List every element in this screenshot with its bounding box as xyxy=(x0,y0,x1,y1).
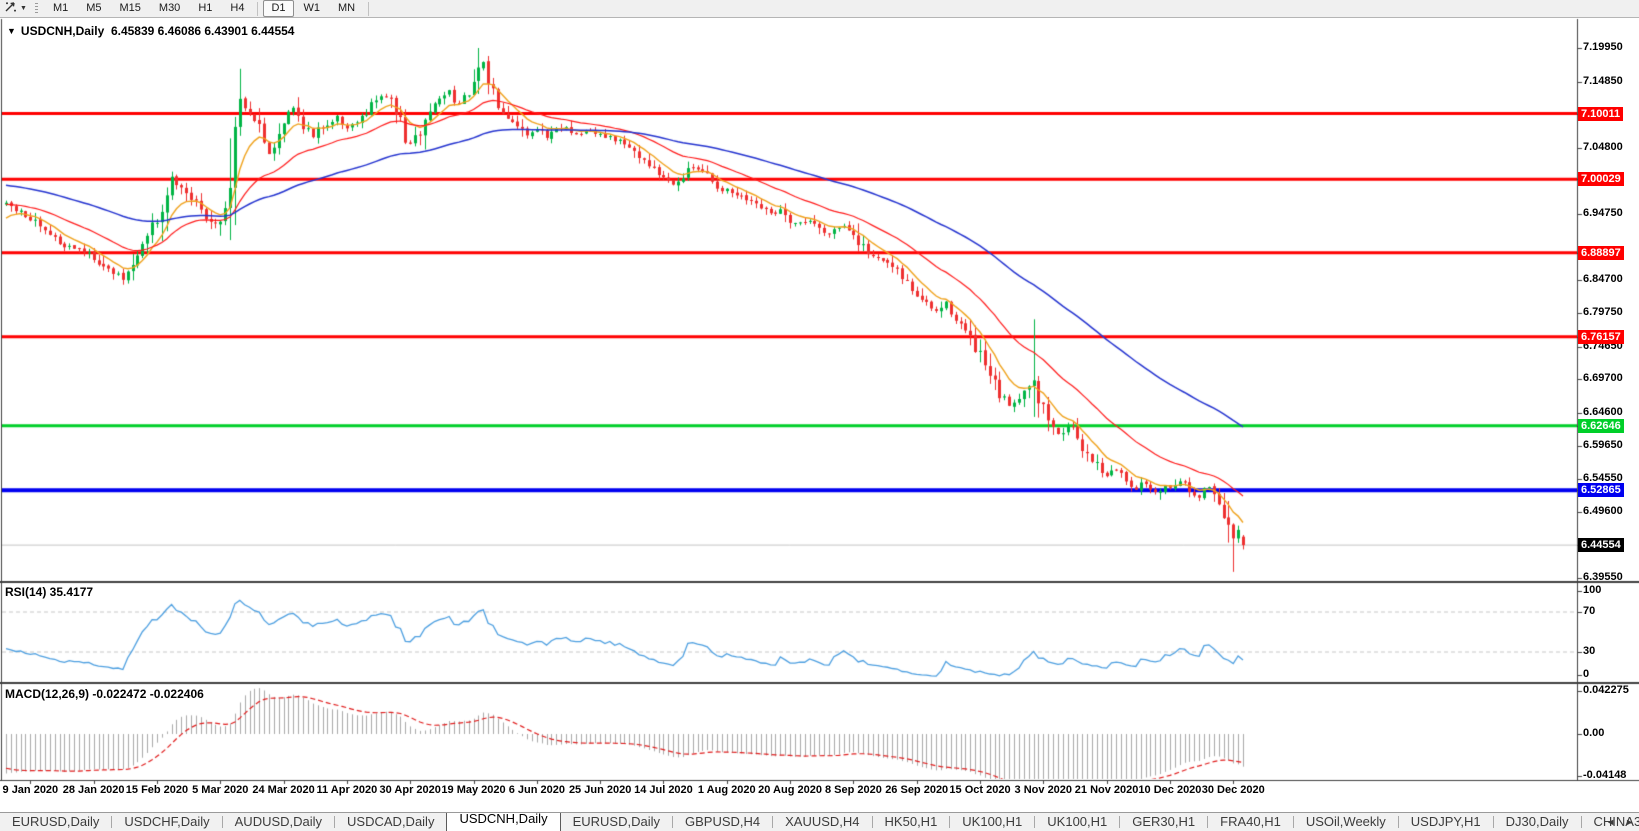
price-axis-tick-label: 6.64600 xyxy=(1583,405,1623,418)
date-axis-label: 19 May 2020 xyxy=(441,784,506,796)
chart-symbol-period: USDCNH,Daily xyxy=(20,24,105,38)
symbol-tab-eurusd-daily[interactable]: EURUSD,Daily xyxy=(0,813,111,831)
timeframe-button-MN[interactable]: MN xyxy=(330,0,363,17)
date-axis-label: 14 Jul 2020 xyxy=(634,784,693,796)
symbol-tab-uk100-h1[interactable]: UK100,H1 xyxy=(1035,813,1119,831)
level-price-label: 7.10011 xyxy=(1578,106,1624,121)
date-axis-label: 10 Dec 2020 xyxy=(1138,784,1202,796)
current-price-label: 6.44554 xyxy=(1578,538,1624,553)
date-axis-label: 8 Sep 2020 xyxy=(824,784,882,796)
price-axis-tick-label: 7.19950 xyxy=(1583,41,1623,53)
symbol-tab-eurusd-daily[interactable]: EURUSD,Daily xyxy=(561,813,672,831)
macd-axis-tick-label: 0.00 xyxy=(1583,727,1605,739)
level-price-label: 6.52865 xyxy=(1578,483,1624,498)
symbol-tab-fra40-h1[interactable]: FRA40,H1 xyxy=(1208,813,1293,831)
price-axis-tick-label: 6.79750 xyxy=(1583,306,1623,319)
level-price-label: 6.62646 xyxy=(1578,418,1624,433)
symbol-tabbar: EURUSD,Daily USDCHF,Daily AUDUSD,Daily USDC… xyxy=(0,812,1639,831)
date-axis-label: 15 Oct 2020 xyxy=(949,784,1011,796)
timeframe-button-M1[interactable]: M1 xyxy=(45,0,76,17)
scroll-tabs-left-icon[interactable]: ◄ xyxy=(1606,816,1615,828)
level-price-label: 6.88897 xyxy=(1578,245,1624,260)
date-axis-label: 1 Aug 2020 xyxy=(697,784,756,796)
toolbar-separator xyxy=(257,1,259,16)
price-chart-canvas[interactable] xyxy=(0,0,1639,831)
cursor-tool-button[interactable]: ▼ xyxy=(0,1,31,17)
price-axis-tick-label: 7.14850 xyxy=(1583,74,1623,87)
symbol-tab-ger30-h1[interactable]: GER30,H1 xyxy=(1120,813,1207,831)
symbol-tab-usdchf-daily[interactable]: USDCHF,Daily xyxy=(112,813,221,831)
macd-indicator-label: MACD(12,26,9) -0.022472 -0.022406 xyxy=(5,687,204,701)
rsi-axis-tick-label: 100 xyxy=(1583,584,1602,596)
date-axis-label: 15 Feb 2020 xyxy=(125,784,189,796)
date-axis-label: 30 Dec 2020 xyxy=(1201,784,1265,796)
price-axis-tick-label: 6.59650 xyxy=(1583,438,1623,451)
chevron-down-icon: ▼ xyxy=(20,5,27,12)
chart-collapse-icon[interactable]: ▼ xyxy=(7,26,16,36)
date-axis-label: 6 Jun 2020 xyxy=(508,784,565,796)
timeframe-toolbar: ▼ M1 M5 M15 M30 H1 H4 D1 W1 MN xyxy=(0,0,1639,18)
price-axis-tick-label: 6.39550 xyxy=(1583,571,1623,584)
timeframe-button-W1[interactable]: W1 xyxy=(296,0,329,17)
scroll-tabs-right-icon[interactable]: ► xyxy=(1625,816,1634,828)
date-axis-label: 28 Jan 2020 xyxy=(62,784,125,796)
timeframe-button-H1[interactable]: H1 xyxy=(190,0,220,17)
timeframe-button-H4[interactable]: H4 xyxy=(222,0,252,17)
date-axis-label: 26 Sep 2020 xyxy=(885,784,949,796)
symbol-tab-usoil-weekly[interactable]: USOil,Weekly xyxy=(1294,813,1398,831)
date-axis-label: 21 Nov 2020 xyxy=(1074,784,1139,796)
level-price-label: 6.76157 xyxy=(1578,329,1624,344)
price-axis-tick-label: 6.84700 xyxy=(1583,273,1623,286)
symbol-tab-uk100-h1[interactable]: UK100,H1 xyxy=(950,813,1034,831)
toolbar-separator xyxy=(368,1,370,16)
rsi-axis-tick-label: 70 xyxy=(1583,605,1596,617)
symbol-tab-gbpusd-h4[interactable]: GBPUSD,H4 xyxy=(673,813,772,831)
symbol-tab-audusd-daily[interactable]: AUDUSD,Daily xyxy=(223,813,334,831)
price-axis-tick-label: 7.04800 xyxy=(1583,140,1623,153)
chart-title: ▼ USDCNH,Daily 6.45839 6.46086 6.43901 6.… xyxy=(7,24,294,38)
toolbar-grip-handle[interactable] xyxy=(34,2,38,15)
timeframe-button-M30[interactable]: M30 xyxy=(151,0,188,17)
date-axis-label: 5 Mar 2020 xyxy=(192,784,249,796)
date-axis-label: 11 Apr 2020 xyxy=(316,784,378,796)
macd-axis-tick-label: -0.04148 xyxy=(1583,769,1627,781)
rsi-axis-tick-label: 0 xyxy=(1583,668,1590,680)
rsi-axis-tick-label: 30 xyxy=(1583,645,1596,657)
symbol-tab-dj30-daily[interactable]: DJ30,Daily xyxy=(1494,813,1581,831)
date-axis-label: 20 Aug 2020 xyxy=(758,784,822,796)
macd-axis-tick-label: 0.042275 xyxy=(1583,684,1629,696)
symbol-tab-xauusd-h4[interactable]: XAUUSD,H4 xyxy=(773,813,871,831)
symbol-tab-usdjpy-h1[interactable]: USDJPY,H1 xyxy=(1399,813,1493,831)
symbol-tab-hk50-h1[interactable]: HK50,H1 xyxy=(873,813,950,831)
date-axis-label: 25 Jun 2020 xyxy=(568,784,632,796)
chart-ohlc-values: 6.45839 6.46086 6.43901 6.44554 xyxy=(110,24,295,38)
price-axis-tick-label: 6.49600 xyxy=(1583,504,1623,517)
timeframe-button-M15[interactable]: M15 xyxy=(112,0,149,17)
cursor-tool-icon xyxy=(4,0,17,18)
price-axis-tick-label: 6.69700 xyxy=(1583,372,1623,385)
date-axis-label: 24 Mar 2020 xyxy=(252,784,315,796)
date-axis-label: 9 Jan 2020 xyxy=(2,784,59,796)
level-price-label: 7.00029 xyxy=(1578,172,1624,187)
symbol-tab-usdcnh-daily[interactable]: USDCNH,Daily xyxy=(446,813,561,831)
tab-scroll-arrows: ◄ ► xyxy=(1606,816,1634,828)
price-axis-tick-label: 6.94750 xyxy=(1583,207,1623,220)
symbol-tab-usdcad-daily[interactable]: USDCAD,Daily xyxy=(335,813,446,831)
date-axis-label: 30 Apr 2020 xyxy=(379,784,441,796)
timeframe-button-M5[interactable]: M5 xyxy=(78,0,109,17)
timeframe-button-D1[interactable]: D1 xyxy=(263,0,294,17)
date-axis-label: 3 Nov 2020 xyxy=(1014,784,1073,796)
rsi-indicator-label: RSI(14) 35.4177 xyxy=(5,585,94,599)
